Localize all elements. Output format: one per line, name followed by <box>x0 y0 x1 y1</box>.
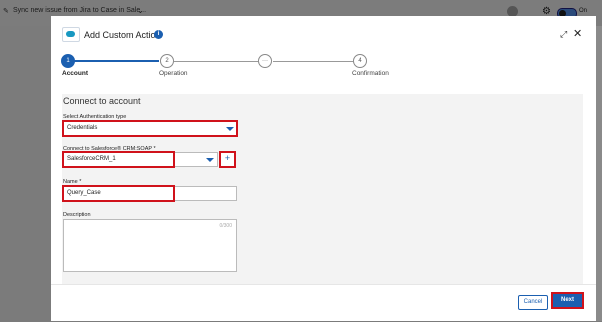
expand-icon[interactable]: ⤢ <box>560 29 567 40</box>
next-button-label: Next <box>560 297 574 303</box>
highlight-box <box>219 151 236 168</box>
step-1-circle[interactable]: 1 <box>61 54 75 68</box>
step-4-circle[interactable]: 4 <box>353 54 367 68</box>
step-connector <box>174 61 258 62</box>
salesforce-logo-icon <box>62 27 80 42</box>
cancel-button[interactable]: Cancel <box>518 295 548 310</box>
step-connector <box>74 60 159 62</box>
step-1-label: Account <box>62 70 88 77</box>
step-connector <box>273 61 353 62</box>
next-button[interactable]: Next <box>551 292 584 309</box>
chevron-down-icon[interactable]: ⌄ <box>137 6 144 15</box>
modal-header: Add Custom Action i ⤢ ✕ <box>51 16 596 52</box>
info-icon[interactable]: i <box>154 30 163 39</box>
highlight-box <box>62 185 175 202</box>
step-2-circle[interactable]: 2 <box>160 54 174 68</box>
description-textarea[interactable]: 0/300 <box>63 219 237 272</box>
modal-title: Add Custom Action <box>84 30 161 40</box>
form-panel: Connect to account Select Authentication… <box>62 94 583 284</box>
add-custom-action-modal: Add Custom Action i ⤢ ✕ 1 Account 2 Oper… <box>51 16 596 321</box>
toggle-label: On <box>579 8 588 14</box>
highlight-box <box>62 120 238 137</box>
integration-title[interactable]: Sync new issue from Jira to Case in Sale… <box>13 7 146 14</box>
edit-icon[interactable]: ✎ <box>3 7 9 15</box>
stepper: 1 Account 2 Operation ··· 4 Confirmation <box>51 52 596 94</box>
modal-footer: Cancel Next <box>51 284 596 322</box>
close-icon[interactable]: ✕ <box>573 27 582 40</box>
step-4-label: Confirmation <box>352 70 389 77</box>
step-2-label: Operation <box>159 70 188 77</box>
step-3-circle[interactable]: ··· <box>258 54 272 68</box>
description-label: Description <box>63 212 91 218</box>
character-counter: 0/300 <box>219 223 232 229</box>
highlight-box <box>62 151 175 168</box>
section-title: Connect to account <box>63 96 141 106</box>
chevron-down-icon <box>206 158 214 162</box>
